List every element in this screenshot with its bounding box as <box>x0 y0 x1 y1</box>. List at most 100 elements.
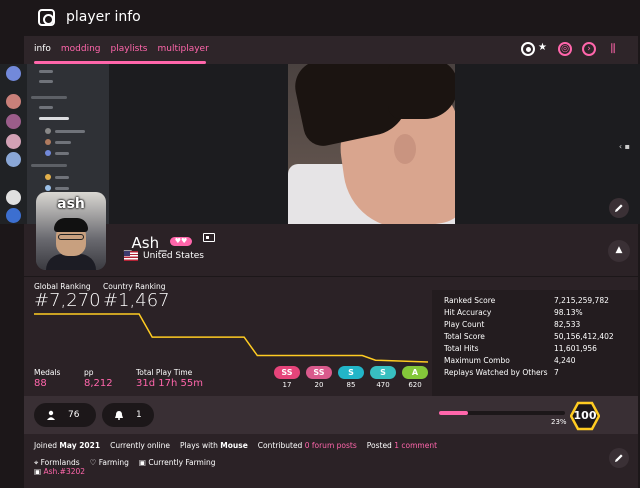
grade-pill: S <box>370 366 396 379</box>
grade-count: 17 <box>282 381 292 389</box>
medals-value: 88 <box>34 378 47 389</box>
mania-mode-icon[interactable]: ⫼ <box>606 42 620 56</box>
user-info-line: Joined May 2021 Currently online Plays w… <box>34 441 437 450</box>
level-progress-bar <box>439 411 565 415</box>
stat-label: Ranked Score <box>444 296 496 305</box>
cover-arrow-icon: ‹ ▪ <box>618 142 630 151</box>
discord-line[interactable]: ▣ Ash.#3202 <box>34 467 85 476</box>
stat-value: 11,601,956 <box>554 344 597 353</box>
grade-a: A 620 <box>402 366 428 389</box>
cover-photo <box>288 64 455 224</box>
pencil-icon <box>615 454 623 462</box>
stat-value: 82,533 <box>554 320 581 329</box>
grade-count: 620 <box>408 381 422 389</box>
followers-count: 76 <box>68 410 80 420</box>
grade-count: 85 <box>346 381 356 389</box>
discord-tag: Ash.#3202 <box>43 467 86 476</box>
grade-s-silver: S 85 <box>338 366 364 389</box>
joined-prefix: Joined <box>34 441 58 450</box>
pp-value: 8,212 <box>84 378 113 389</box>
page-title: player info <box>66 9 141 25</box>
tab-playlists[interactable]: playlists <box>111 44 148 54</box>
stat-label: Total Hits <box>444 344 479 353</box>
username: _Ash_ <box>124 234 167 252</box>
heart-icon: ♡ <box>89 458 97 467</box>
forum-posts-link[interactable]: 0 forum posts <box>305 441 357 450</box>
stat-value: 4,240 <box>554 356 576 365</box>
level-progress-fill <box>439 411 468 415</box>
grade-counts: SS 17 SS 20 S 85 S 470 A 620 <box>274 366 428 389</box>
grade-pill: SS <box>274 366 300 379</box>
avatar: ash <box>36 192 106 270</box>
edit-cover-button[interactable] <box>609 198 629 218</box>
grade-ss-silver: SS 17 <box>274 366 300 389</box>
bell-icon <box>115 411 123 420</box>
location-icon: ⌖ <box>34 458 39 467</box>
catch-mode-icon[interactable]: › <box>582 42 596 56</box>
interests: Farming <box>98 458 129 467</box>
briefcase-icon: ▣ <box>138 458 146 467</box>
edit-profile-button[interactable] <box>609 448 629 468</box>
playtime-value: 31d 17h 55m <box>136 378 203 389</box>
stat-label: Maximum Combo <box>444 356 510 365</box>
mapping-subscribers-button[interactable]: 1 <box>102 403 154 427</box>
country-rank-value: #1,467 <box>103 290 170 311</box>
star-icon: ★ <box>538 42 547 53</box>
online-status: Currently online <box>110 441 171 450</box>
plays-with: Mouse <box>220 441 248 450</box>
user-header <box>24 224 638 276</box>
stat-value: 7 <box>554 368 559 377</box>
pp-label: pp <box>84 368 94 377</box>
stat-value: 7,215,259,782 <box>554 296 609 305</box>
pencil-icon <box>615 204 623 212</box>
occupation: Currently Farming <box>148 458 216 467</box>
grade-pill: A <box>402 366 428 379</box>
rank-history-chart[interactable] <box>34 310 428 366</box>
grade-pill: SS <box>306 366 332 379</box>
grade-ss: SS 20 <box>306 366 332 389</box>
grade-count: 20 <box>314 381 324 389</box>
comments-link[interactable]: 1 comment <box>394 441 437 450</box>
supporter-badge[interactable]: ♥♥ <box>170 237 192 246</box>
flag-icon <box>124 251 138 261</box>
cover-server-list <box>0 64 27 224</box>
country-name[interactable]: United States <box>143 251 204 261</box>
collapse-header-button[interactable]: ▲ <box>608 240 630 262</box>
osu-mode-icon[interactable] <box>521 42 535 56</box>
playtime-label: Total Play Time <box>136 368 193 377</box>
app-header: player info <box>0 0 640 36</box>
stat-label: Hit Accuracy <box>444 308 492 317</box>
plays-prefix: Plays with <box>180 441 218 450</box>
global-rank-value: #7,270 <box>34 290 101 311</box>
tab-modding[interactable]: modding <box>61 44 101 54</box>
tab-multiplayer[interactable]: multiplayer <box>157 44 208 54</box>
medals-label: Medals <box>34 368 61 377</box>
level-progress-percent: 23% <box>551 418 567 426</box>
mapping-subscribers-count: 1 <box>136 410 142 420</box>
avatar-label: ash <box>57 196 85 212</box>
stat-label: Replays Watched by Others <box>444 368 548 377</box>
tab-info[interactable]: info <box>34 44 51 54</box>
profile-nav: info modding playlists multiplayer ★ ◎ ›… <box>24 36 638 64</box>
followers-button[interactable]: 76 <box>34 403 96 427</box>
level-value: 100 <box>573 409 597 422</box>
rank-history-line <box>34 313 428 363</box>
stat-value: 98.13% <box>554 308 583 317</box>
user-icon <box>47 410 55 420</box>
taiko-mode-icon[interactable]: ◎ <box>558 42 572 56</box>
location: Formlands <box>40 458 80 467</box>
stat-value: 50,156,412,402 <box>554 332 614 341</box>
grade-s: S 470 <box>370 366 396 389</box>
detailed-stats: Ranked Score 7,215,259,782 Hit Accuracy 98… <box>432 290 638 396</box>
stat-label: Total Score <box>444 332 485 341</box>
posted-prefix: Posted <box>366 441 392 450</box>
profile-card-icon[interactable] <box>203 233 215 242</box>
contrib-prefix: Contributed <box>257 441 303 450</box>
chevron-up-icon: ▲ <box>615 245 623 255</box>
grade-count: 470 <box>376 381 390 389</box>
grade-pill: S <box>338 366 364 379</box>
discord-icon: ▣ <box>34 467 42 476</box>
stat-label: Play Count <box>444 320 485 329</box>
joined-date: May 2021 <box>59 441 101 450</box>
player-info-icon <box>38 9 55 26</box>
